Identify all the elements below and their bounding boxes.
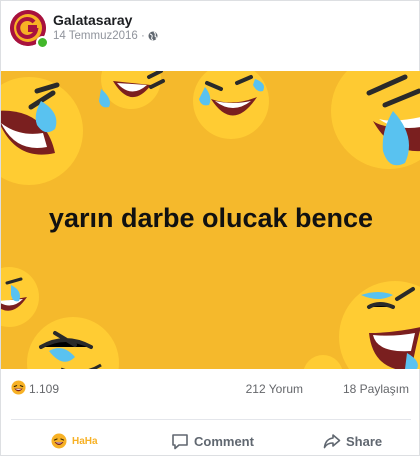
haha-label: HaHa [72, 435, 98, 447]
page-name[interactable]: Galatasaray [53, 12, 132, 28]
post-actions: HaHa Comment Share [1, 425, 420, 457]
share-label: Share [346, 433, 383, 449]
post-meta: 14 Temmuz2016 · [53, 30, 158, 42]
haha-icon[interactable] [11, 380, 26, 395]
facebook-post: Galatasaray 14 Temmuz2016 · yarın darbe … [0, 0, 420, 456]
comment-button[interactable]: Comment [171, 429, 254, 453]
image-caption-text: yarın darbe olucak bence [48, 203, 374, 233]
haha-icon [51, 433, 67, 449]
share-icon [323, 434, 341, 449]
post-stats: 1.109 212 Yorum 18 Paylaşım [1, 373, 420, 403]
comment-icon [172, 433, 188, 449]
post-date[interactable]: 14 Temmuz2016 · [53, 30, 145, 42]
online-indicator [36, 36, 49, 49]
action-divider [11, 419, 411, 420]
comments-count[interactable]: 212 Yorum [246, 382, 303, 396]
post-header: Galatasaray 14 Temmuz2016 · [1, 1, 420, 61]
share-button[interactable]: Share [323, 429, 382, 453]
haha-reaction-button[interactable]: HaHa [51, 429, 98, 453]
post-image[interactable]: yarın darbe olucak bence [1, 71, 420, 369]
comment-label: Comment [194, 433, 254, 449]
shares-count[interactable]: 18 Paylaşım [343, 382, 409, 396]
reaction-count[interactable]: 1.109 [29, 382, 59, 396]
globe-icon [148, 31, 158, 41]
